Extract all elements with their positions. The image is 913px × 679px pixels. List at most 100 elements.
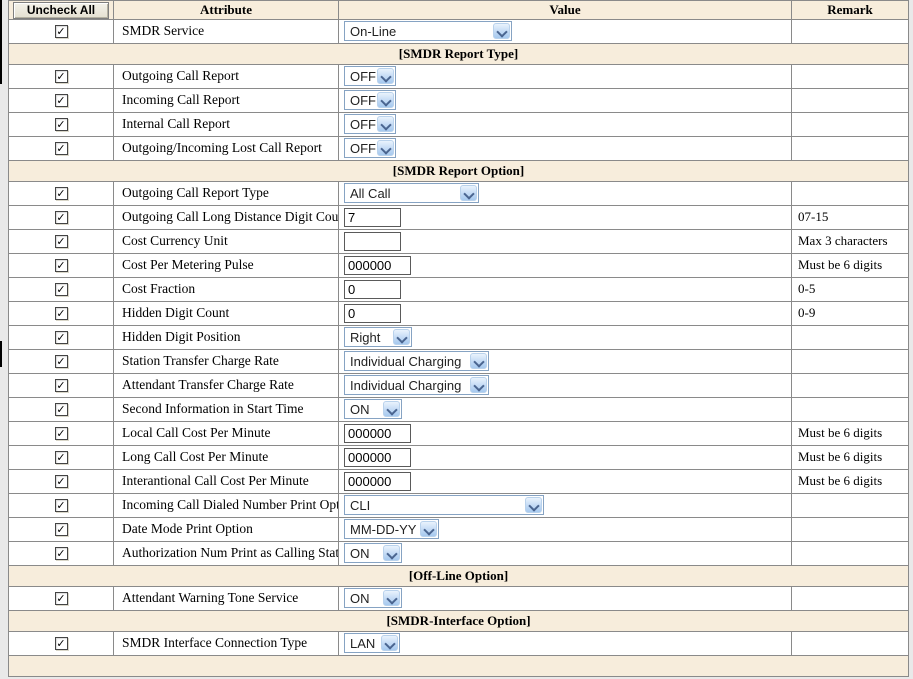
row-checkbox-checked[interactable] [55, 94, 68, 107]
row-checkbox-checked[interactable] [55, 25, 68, 38]
checkbox-cell [9, 517, 114, 541]
row-checkbox-checked[interactable] [55, 547, 68, 560]
value-cell: ON [339, 586, 792, 610]
checkbox-cell [9, 64, 114, 88]
value-cell [339, 253, 792, 277]
remark-label: Must be 6 digits [792, 469, 909, 493]
smdr-settings-table: Uncheck All Attribute Value Remark SMDR … [8, 0, 909, 677]
remark-label [792, 181, 909, 205]
value-input[interactable] [344, 232, 401, 251]
table-row: Cost Currency Unit Max 3 characters [9, 229, 909, 253]
table-body: SMDR Service On-Line [SMDR Report Type] … [9, 19, 909, 676]
row-checkbox-checked[interactable] [55, 427, 68, 440]
checkbox-cell [9, 205, 114, 229]
value-cell: MM-DD-YY [339, 517, 792, 541]
checkbox-cell [9, 541, 114, 565]
value-input[interactable] [344, 448, 411, 467]
chevron-down-icon [525, 497, 542, 513]
attribute-label: Incoming Call Dialed Number Print Option [114, 493, 339, 517]
row-checkbox-checked[interactable] [55, 475, 68, 488]
row-checkbox-checked[interactable] [55, 403, 68, 416]
value-select[interactable]: Individual Charging [344, 351, 489, 371]
value-select[interactable]: ON [344, 399, 402, 419]
checkbox-cell [9, 349, 114, 373]
section-row: [SMDR Report Type] [9, 43, 909, 64]
row-checkbox-checked[interactable] [55, 307, 68, 320]
row-checkbox-checked[interactable] [55, 637, 68, 650]
value-input[interactable] [344, 424, 411, 443]
value-select[interactable]: Individual Charging [344, 375, 489, 395]
row-checkbox-checked[interactable] [55, 523, 68, 536]
remark-label: 07-15 [792, 205, 909, 229]
value-input[interactable] [344, 280, 401, 299]
remark-label: Max 3 characters [792, 229, 909, 253]
row-checkbox-checked[interactable] [55, 331, 68, 344]
value-select[interactable]: OFF [344, 138, 396, 158]
value-input[interactable] [344, 472, 411, 491]
uncheck-all-button[interactable]: Uncheck All [13, 2, 109, 19]
value-cell: Right [339, 325, 792, 349]
row-checkbox-checked[interactable] [55, 118, 68, 131]
value-select[interactable]: All Call [344, 183, 479, 203]
value-select-label: LAN [350, 636, 375, 651]
attribute-label: Cost Per Metering Pulse [114, 253, 339, 277]
remark-label [792, 325, 909, 349]
table-row: Cost Fraction 0-5 [9, 277, 909, 301]
value-input[interactable] [344, 256, 411, 275]
row-checkbox-checked[interactable] [55, 211, 68, 224]
frame-border-fragment-top [0, 0, 2, 84]
checkbox-cell [9, 253, 114, 277]
value-select-label: MM-DD-YY [350, 522, 416, 537]
row-checkbox-checked[interactable] [55, 499, 68, 512]
row-checkbox-checked[interactable] [55, 379, 68, 392]
remark-label: Must be 6 digits [792, 253, 909, 277]
row-checkbox-checked[interactable] [55, 187, 68, 200]
value-cell [339, 445, 792, 469]
value-select[interactable]: ON [344, 543, 402, 563]
row-checkbox-checked[interactable] [55, 70, 68, 83]
value-select[interactable]: CLI [344, 495, 544, 515]
chevron-down-icon [383, 545, 400, 561]
row-checkbox-checked[interactable] [55, 259, 68, 272]
value-cell: Individual Charging [339, 373, 792, 397]
row-checkbox-checked[interactable] [55, 235, 68, 248]
chevron-down-icon [470, 353, 487, 369]
table-row: SMDR Interface Connection Type LAN [9, 631, 909, 655]
value-select[interactable]: On-Line [344, 21, 512, 41]
checkbox-cell [9, 397, 114, 421]
value-select[interactable]: OFF [344, 66, 396, 86]
remark-label [792, 541, 909, 565]
chevron-down-icon [377, 116, 394, 132]
remark-label [792, 631, 909, 655]
attribute-label: Long Call Cost Per Minute [114, 445, 339, 469]
uncheck-all-header-cell: Uncheck All [9, 1, 114, 20]
value-select[interactable]: MM-DD-YY [344, 519, 439, 539]
row-checkbox-checked[interactable] [55, 592, 68, 605]
checkbox-cell [9, 586, 114, 610]
value-select[interactable]: Right [344, 327, 412, 347]
value-select[interactable]: ON [344, 588, 402, 608]
table-row: Outgoing Call Report OFF [9, 64, 909, 88]
row-checkbox-checked[interactable] [55, 283, 68, 296]
value-cell: ON [339, 397, 792, 421]
chevron-down-icon [460, 185, 477, 201]
value-select[interactable]: OFF [344, 114, 396, 134]
checkbox-cell [9, 112, 114, 136]
remark-column-header: Remark [792, 1, 909, 20]
section-title: [Off-Line Option] [9, 565, 909, 586]
table-row: Incoming Call Dialed Number Print Option… [9, 493, 909, 517]
checkbox-cell [9, 88, 114, 112]
value-select-label: ON [350, 591, 370, 606]
value-input[interactable] [344, 304, 401, 323]
row-checkbox-checked[interactable] [55, 355, 68, 368]
row-checkbox-checked[interactable] [55, 451, 68, 464]
row-checkbox-checked[interactable] [55, 142, 68, 155]
attribute-label: Outgoing Call Report Type [114, 181, 339, 205]
remark-label [792, 64, 909, 88]
attribute-label: Cost Fraction [114, 277, 339, 301]
value-input[interactable] [344, 208, 401, 227]
attribute-label: Attendant Transfer Charge Rate [114, 373, 339, 397]
value-select[interactable]: OFF [344, 90, 396, 110]
value-select[interactable]: LAN [344, 633, 400, 653]
chevron-down-icon [420, 521, 437, 537]
